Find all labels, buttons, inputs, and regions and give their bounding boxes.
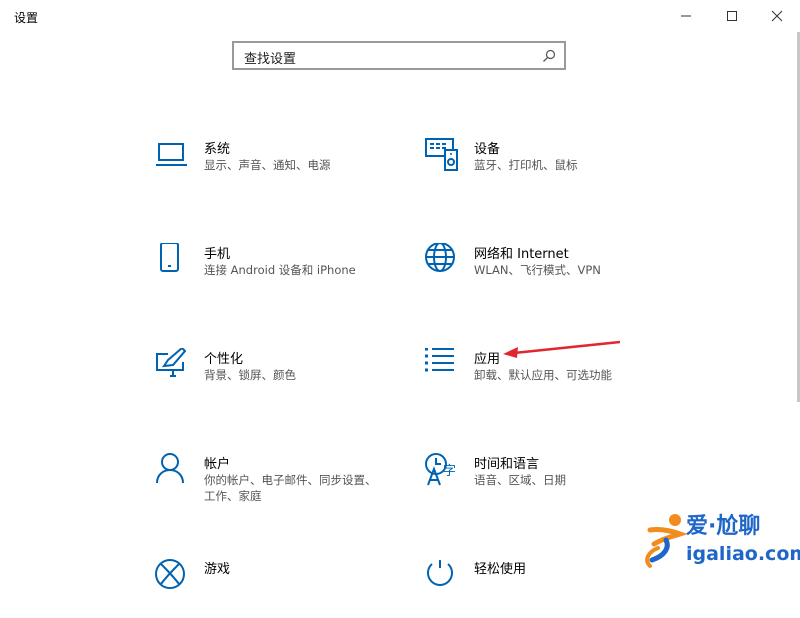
devices-icon: [425, 138, 458, 171]
tile-network[interactable]: 网络和 Internet WLAN、飞行模式、VPN: [424, 243, 674, 303]
search-placeholder: 查找设置: [244, 52, 297, 67]
personalization-icon: [156, 348, 187, 377]
tile-gaming[interactable]: 游戏: [154, 558, 404, 618]
maximize-button[interactable]: [709, 0, 755, 32]
laptop-icon: [156, 143, 187, 166]
phone-icon: [160, 243, 179, 272]
tile-name: 手机: [204, 247, 231, 262]
tile-name: 时间和语言: [474, 457, 540, 472]
search-input[interactable]: 查找设置: [232, 41, 566, 70]
globe-icon: [425, 243, 455, 272]
tile-ease-of-access[interactable]: 轻松使用: [424, 558, 674, 618]
minimize-button[interactable]: [663, 0, 709, 32]
tile-description: 蓝牙、打印机、鼠标: [474, 158, 578, 172]
person-icon: [156, 453, 184, 484]
apps-list-icon: [425, 348, 454, 372]
ease-of-access-icon: [427, 560, 453, 586]
watermark-brand: 爱·尬聊: [686, 513, 760, 539]
tile-description: 连接 Android 设备和 iPhone: [204, 263, 356, 277]
watermark-logo: 爱·尬聊 igaliao.com: [640, 508, 800, 576]
tile-name: 游戏: [204, 562, 231, 577]
tile-name: 个性化: [204, 352, 244, 367]
svg-text:字: 字: [443, 464, 456, 479]
time-language-icon: 字: [425, 453, 456, 486]
tile-name: 应用: [474, 352, 501, 367]
tile-description: WLAN、飞行模式、VPN: [474, 263, 601, 277]
annotation-arrow: [503, 340, 621, 358]
close-button[interactable]: [754, 0, 800, 32]
tile-devices[interactable]: 设备 蓝牙、打印机、鼠标: [424, 138, 674, 198]
search-icon: [543, 49, 556, 62]
window-title: 设置: [14, 11, 39, 25]
minimize-icon: [681, 15, 691, 17]
watermark-site: igaliao.com: [686, 543, 800, 565]
tile-description: 你的帐户、电子邮件、同步设置、工作、家庭: [204, 473, 377, 503]
tile-system[interactable]: 系统 显示、声音、通知、电源: [154, 138, 404, 198]
title-bar: 设置: [0, 0, 800, 32]
close-icon: [771, 10, 783, 22]
tile-name: 帐户: [204, 457, 231, 472]
tile-name: 设备: [474, 142, 501, 157]
tile-time-language[interactable]: 字 时间和语言 语音、区域、日期: [424, 453, 674, 513]
tile-description: 语音、区域、日期: [474, 473, 566, 487]
tile-accounts[interactable]: 帐户 你的帐户、电子邮件、同步设置、工作、家庭: [154, 453, 404, 513]
tile-name: 轻松使用: [474, 562, 527, 577]
tile-phone[interactable]: 手机 连接 Android 设备和 iPhone: [154, 243, 404, 303]
tile-description: 卸载、默认应用、可选功能: [474, 368, 612, 382]
maximize-icon: [727, 11, 737, 21]
watermark-graphic: 爱·尬聊 igaliao.com: [645, 513, 800, 568]
tile-name: 网络和 Internet: [474, 247, 569, 262]
xbox-icon: [155, 559, 185, 589]
tile-description: 背景、锁屏、颜色: [204, 368, 296, 382]
tile-name: 系统: [204, 142, 231, 157]
tile-personalization[interactable]: 个性化 背景、锁屏、颜色: [154, 348, 404, 408]
tile-description: 显示、声音、通知、电源: [204, 158, 331, 172]
